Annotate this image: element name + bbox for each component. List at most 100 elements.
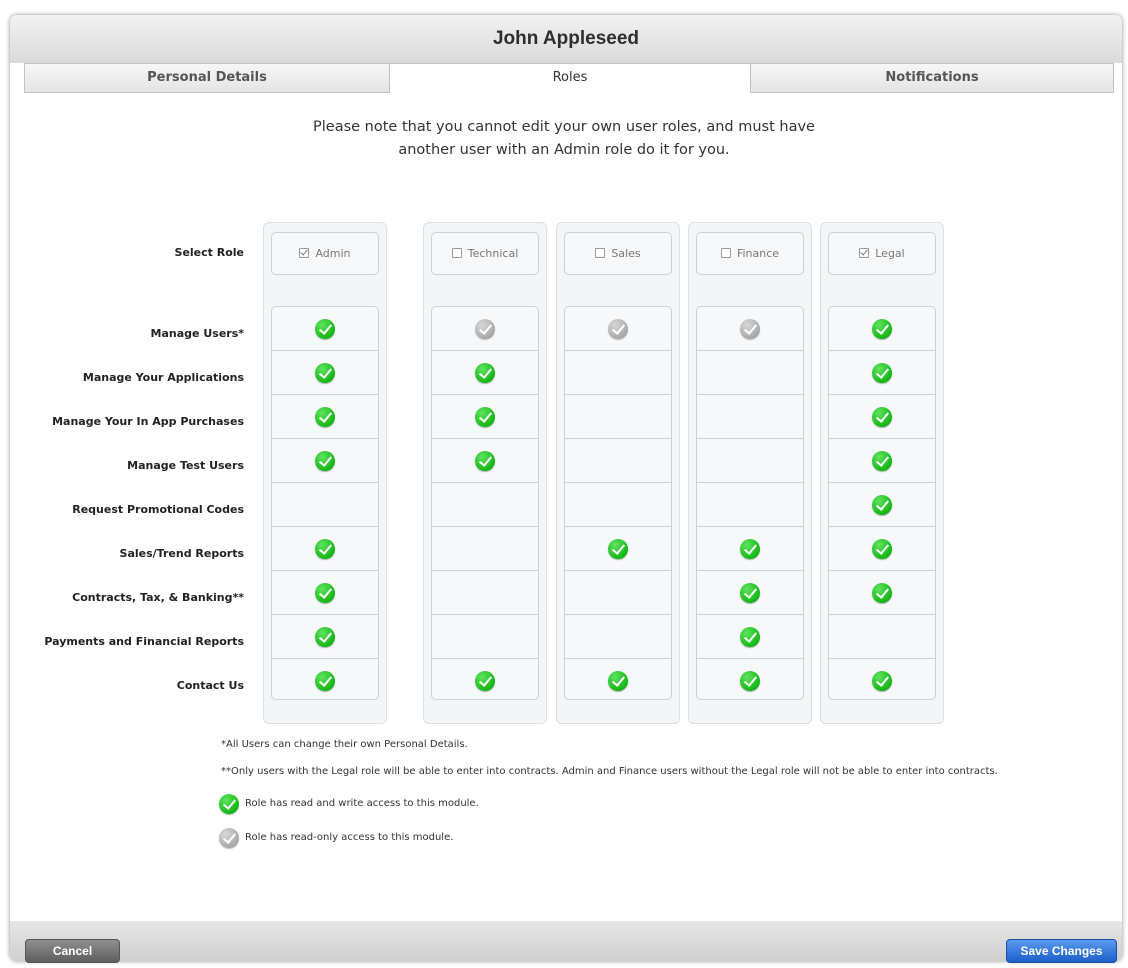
access-cell xyxy=(829,659,935,699)
green-check-icon xyxy=(740,627,760,647)
edit-roles-note: Please note that you cannot edit your ow… xyxy=(313,119,815,158)
access-cell xyxy=(829,615,935,659)
access-cell xyxy=(272,395,378,439)
access-cell xyxy=(697,571,803,615)
access-cell xyxy=(432,659,538,699)
footnote-legal-contracts: **Only users with the Legal role will be… xyxy=(221,766,998,777)
green-check-icon xyxy=(475,363,495,383)
footnote-personal-details: *All Users can change their own Personal… xyxy=(221,739,468,750)
access-cell xyxy=(697,615,803,659)
role-name: Admin xyxy=(315,247,351,260)
role-name: Technical xyxy=(467,247,519,260)
role-toggle-legal[interactable]: Legal xyxy=(828,232,936,275)
access-cell xyxy=(697,307,803,351)
gray-check-icon xyxy=(475,319,495,339)
access-cell xyxy=(272,439,378,483)
green-check-icon xyxy=(475,451,495,471)
access-cell xyxy=(565,659,671,699)
access-cell xyxy=(697,439,803,483)
role-name: Finance xyxy=(736,247,780,260)
module-label: Contracts, Tax, & Banking** xyxy=(72,591,244,604)
access-cell xyxy=(272,351,378,395)
access-cell xyxy=(565,527,671,571)
access-cell xyxy=(565,351,671,395)
access-cell xyxy=(565,483,671,527)
green-check-icon xyxy=(315,451,335,471)
green-check-icon xyxy=(608,671,628,691)
role-checkbox[interactable] xyxy=(451,248,462,258)
module-label: Payments and Financial Reports xyxy=(44,635,244,648)
green-check-icon xyxy=(219,794,239,814)
access-cell xyxy=(697,395,803,439)
green-check-icon xyxy=(872,495,892,515)
green-check-icon xyxy=(872,407,892,427)
role-checkbox[interactable] xyxy=(859,248,870,258)
green-check-icon xyxy=(315,319,335,339)
title-bar: John Appleseed xyxy=(10,15,1122,63)
save-changes-button[interactable]: Save Changes xyxy=(1006,939,1117,963)
access-cell xyxy=(432,439,538,483)
green-check-icon xyxy=(740,583,760,603)
green-check-icon xyxy=(315,671,335,691)
green-check-icon xyxy=(872,583,892,603)
access-cell xyxy=(829,439,935,483)
select-role-label: Select Role xyxy=(174,246,244,259)
access-cell xyxy=(565,615,671,659)
access-cell xyxy=(829,571,935,615)
tab-notifications[interactable]: Notifications xyxy=(750,63,1114,93)
role-name: Sales xyxy=(611,247,641,260)
access-cell xyxy=(697,351,803,395)
module-label: Manage Your Applications xyxy=(82,371,244,384)
cancel-button[interactable]: Cancel xyxy=(25,939,120,963)
green-check-icon xyxy=(608,539,628,559)
role-toggle-sales[interactable]: Sales xyxy=(564,232,672,275)
green-check-icon xyxy=(872,319,892,339)
role-checkbox[interactable] xyxy=(299,248,310,258)
access-cell xyxy=(829,307,935,351)
access-grid-legal xyxy=(828,306,936,700)
access-cell xyxy=(565,395,671,439)
access-cell xyxy=(697,659,803,699)
green-check-icon xyxy=(315,583,335,603)
access-cell xyxy=(829,483,935,527)
window-title: John Appleseed xyxy=(492,28,640,49)
module-label: Manage Your In App Purchases xyxy=(52,415,244,428)
access-cell xyxy=(272,615,378,659)
tab-personal-details[interactable]: Personal Details xyxy=(24,63,390,93)
access-cell xyxy=(272,527,378,571)
access-cell xyxy=(432,527,538,571)
access-cell xyxy=(432,307,538,351)
role-toggle-technical[interactable]: Technical xyxy=(431,232,539,275)
role-toggle-admin[interactable]: Admin xyxy=(271,232,379,275)
module-label: Sales/Trend Reports xyxy=(119,547,244,560)
access-cell xyxy=(565,307,671,351)
tab-roles[interactable]: Roles xyxy=(389,63,751,94)
module-label: Manage Test Users xyxy=(127,459,244,472)
access-grid-admin xyxy=(271,306,379,700)
access-cell xyxy=(829,527,935,571)
module-label: Contact Us xyxy=(176,679,244,692)
green-check-icon xyxy=(740,671,760,691)
role-toggle-finance[interactable]: Finance xyxy=(696,232,804,275)
module-label: Request Promotional Codes xyxy=(72,503,244,516)
green-check-icon xyxy=(872,539,892,559)
access-cell xyxy=(565,571,671,615)
gray-check-icon xyxy=(219,828,239,848)
green-check-icon xyxy=(740,539,760,559)
access-cell xyxy=(565,439,671,483)
access-cell xyxy=(432,615,538,659)
module-label: Manage Users* xyxy=(150,327,244,340)
green-check-icon xyxy=(315,363,335,383)
green-check-icon xyxy=(475,671,495,691)
green-check-icon xyxy=(872,363,892,383)
access-cell xyxy=(697,483,803,527)
access-cell xyxy=(272,307,378,351)
access-cell xyxy=(432,351,538,395)
gray-check-icon xyxy=(608,319,628,339)
role-checkbox[interactable] xyxy=(595,248,606,258)
role-checkbox[interactable] xyxy=(720,248,731,258)
access-cell xyxy=(829,351,935,395)
green-check-icon xyxy=(872,451,892,471)
role-name: Legal xyxy=(875,247,905,260)
access-cell xyxy=(432,571,538,615)
